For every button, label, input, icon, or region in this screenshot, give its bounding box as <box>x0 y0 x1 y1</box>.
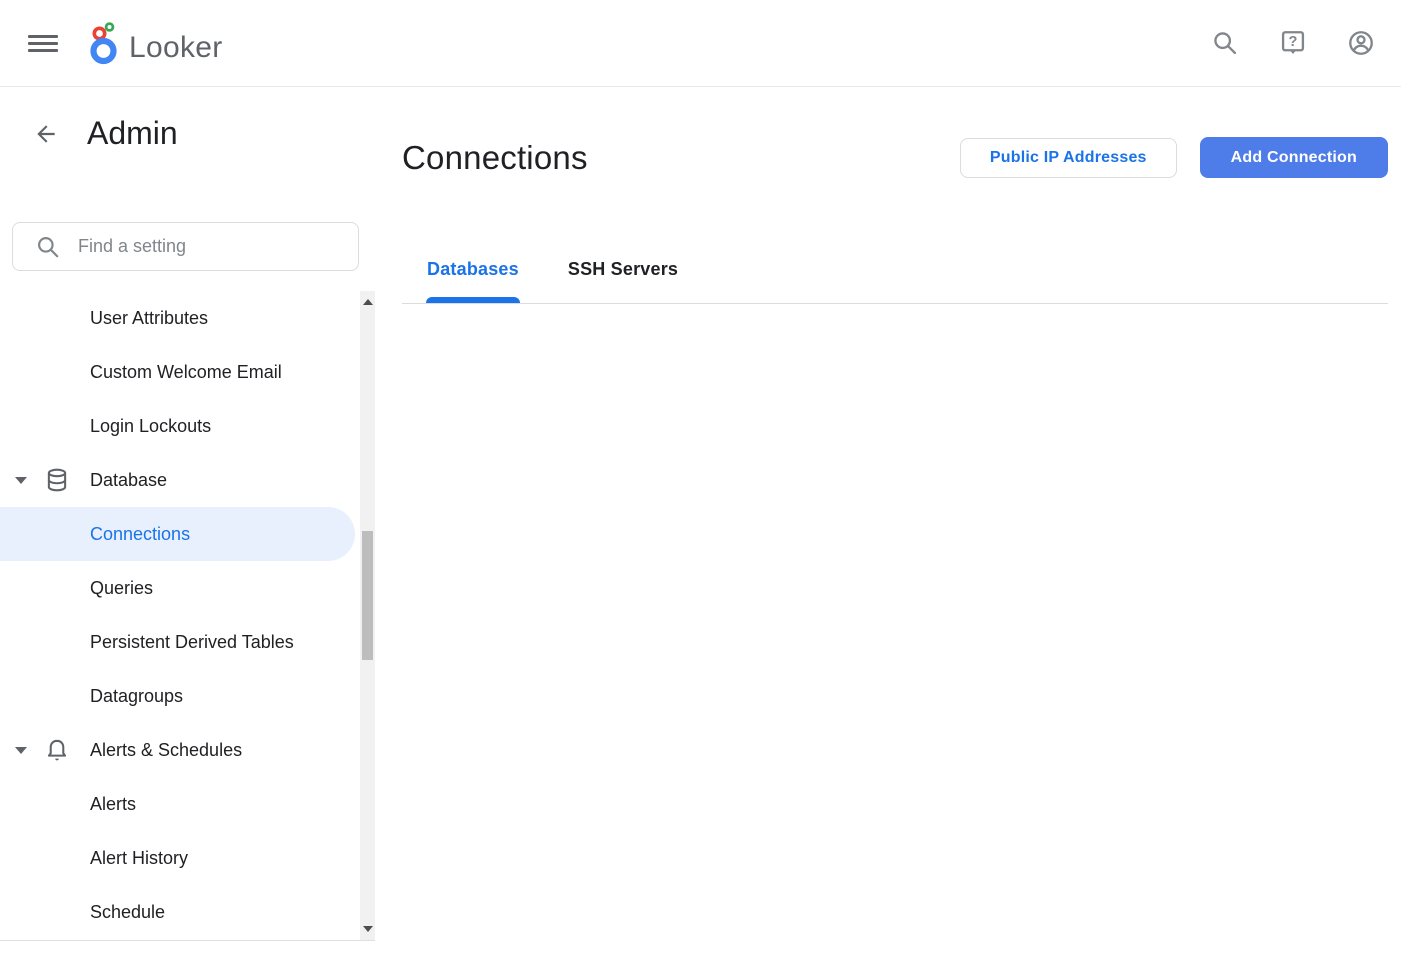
add-connection-button[interactable]: Add Connection <box>1200 137 1388 178</box>
sidebar-item-datagroups[interactable]: Datagroups <box>0 669 355 723</box>
sidebar-header: Admin <box>0 115 375 152</box>
search-input[interactable] <box>78 236 348 257</box>
main-header: Connections Public IP Addresses Add Conn… <box>402 137 1388 178</box>
looker-logo[interactable]: Looker <box>86 20 223 66</box>
sidebar-item-alerts[interactable]: Alerts <box>0 777 355 831</box>
topbar-actions: ? <box>1211 29 1375 57</box>
sidebar-item-label: Login Lockouts <box>0 416 211 437</box>
account-icon[interactable] <box>1347 29 1375 57</box>
tab-label: Databases <box>427 259 519 279</box>
sidebar-item-queries[interactable]: Queries <box>0 561 355 615</box>
svg-text:?: ? <box>1289 34 1298 50</box>
sidebar-item-label: Persistent Derived Tables <box>0 632 294 653</box>
sidebar-item-label: Queries <box>0 578 153 599</box>
sidebar-item-database[interactable]: Database <box>0 453 355 507</box>
sidebar-item-custom-welcome-email[interactable]: Custom Welcome Email <box>0 345 355 399</box>
menu-icon[interactable] <box>28 31 62 55</box>
sidebar-scrollbar[interactable] <box>360 291 375 940</box>
sidebar-item-login-lockouts[interactable]: Login Lockouts <box>0 399 355 453</box>
top-bar: Looker ? <box>0 0 1401 87</box>
sidebar-item-label: Datagroups <box>0 686 183 707</box>
app-title: Looker <box>129 33 223 66</box>
admin-sidebar: Admin User Attributes Custom Welcome Ema… <box>0 88 375 963</box>
bell-icon <box>44 737 70 763</box>
sidebar-nav-scroll-area: User Attributes Custom Welcome Email Log… <box>0 291 375 941</box>
tab-label: SSH Servers <box>568 259 678 279</box>
sidebar-item-user-attributes[interactable]: User Attributes <box>0 291 355 345</box>
sidebar-item-schedule[interactable]: Schedule <box>0 885 355 939</box>
find-setting-searchbox <box>12 222 359 271</box>
chevron-down-icon[interactable] <box>15 747 27 754</box>
connections-tabs: Databases SSH Servers <box>402 256 1388 304</box>
page-title: Connections <box>402 139 588 177</box>
sidebar-item-label: Alert History <box>0 848 188 869</box>
search-icon[interactable] <box>1211 29 1239 57</box>
looker-logo-icon <box>86 20 122 66</box>
sidebar-item-label: User Attributes <box>0 308 208 329</box>
scrollbar-thumb[interactable] <box>362 531 373 660</box>
search-icon <box>35 234 61 260</box>
sidebar-item-alert-history[interactable]: Alert History <box>0 831 355 885</box>
tab-databases[interactable]: Databases <box>427 256 519 303</box>
public-ip-addresses-button[interactable]: Public IP Addresses <box>960 138 1177 178</box>
main-content: Connections Public IP Addresses Add Conn… <box>402 88 1388 963</box>
sidebar-item-label: Alerts <box>0 794 136 815</box>
sidebar-nav: User Attributes Custom Welcome Email Log… <box>0 291 360 939</box>
scrollbar-up-arrow[interactable] <box>363 299 373 305</box>
sidebar-item-label: Alerts & Schedules <box>0 740 242 761</box>
sidebar-item-label: Schedule <box>0 902 165 923</box>
help-icon[interactable]: ? <box>1279 29 1307 57</box>
sidebar-item-alerts-schedules[interactable]: Alerts & Schedules <box>0 723 355 777</box>
chevron-down-icon[interactable] <box>15 477 27 484</box>
sidebar-item-label: Custom Welcome Email <box>0 362 282 383</box>
scrollbar-down-arrow[interactable] <box>363 926 373 932</box>
sidebar-item-connections[interactable]: Connections <box>0 507 355 561</box>
main-actions: Public IP Addresses Add Connection <box>960 137 1388 178</box>
tab-ssh-servers[interactable]: SSH Servers <box>568 256 678 303</box>
back-arrow-icon[interactable] <box>32 120 60 148</box>
sidebar-item-label: Connections <box>0 524 190 545</box>
database-icon <box>44 467 70 493</box>
sidebar-item-persistent-derived-tables[interactable]: Persistent Derived Tables <box>0 615 355 669</box>
sidebar-title: Admin <box>87 115 178 152</box>
